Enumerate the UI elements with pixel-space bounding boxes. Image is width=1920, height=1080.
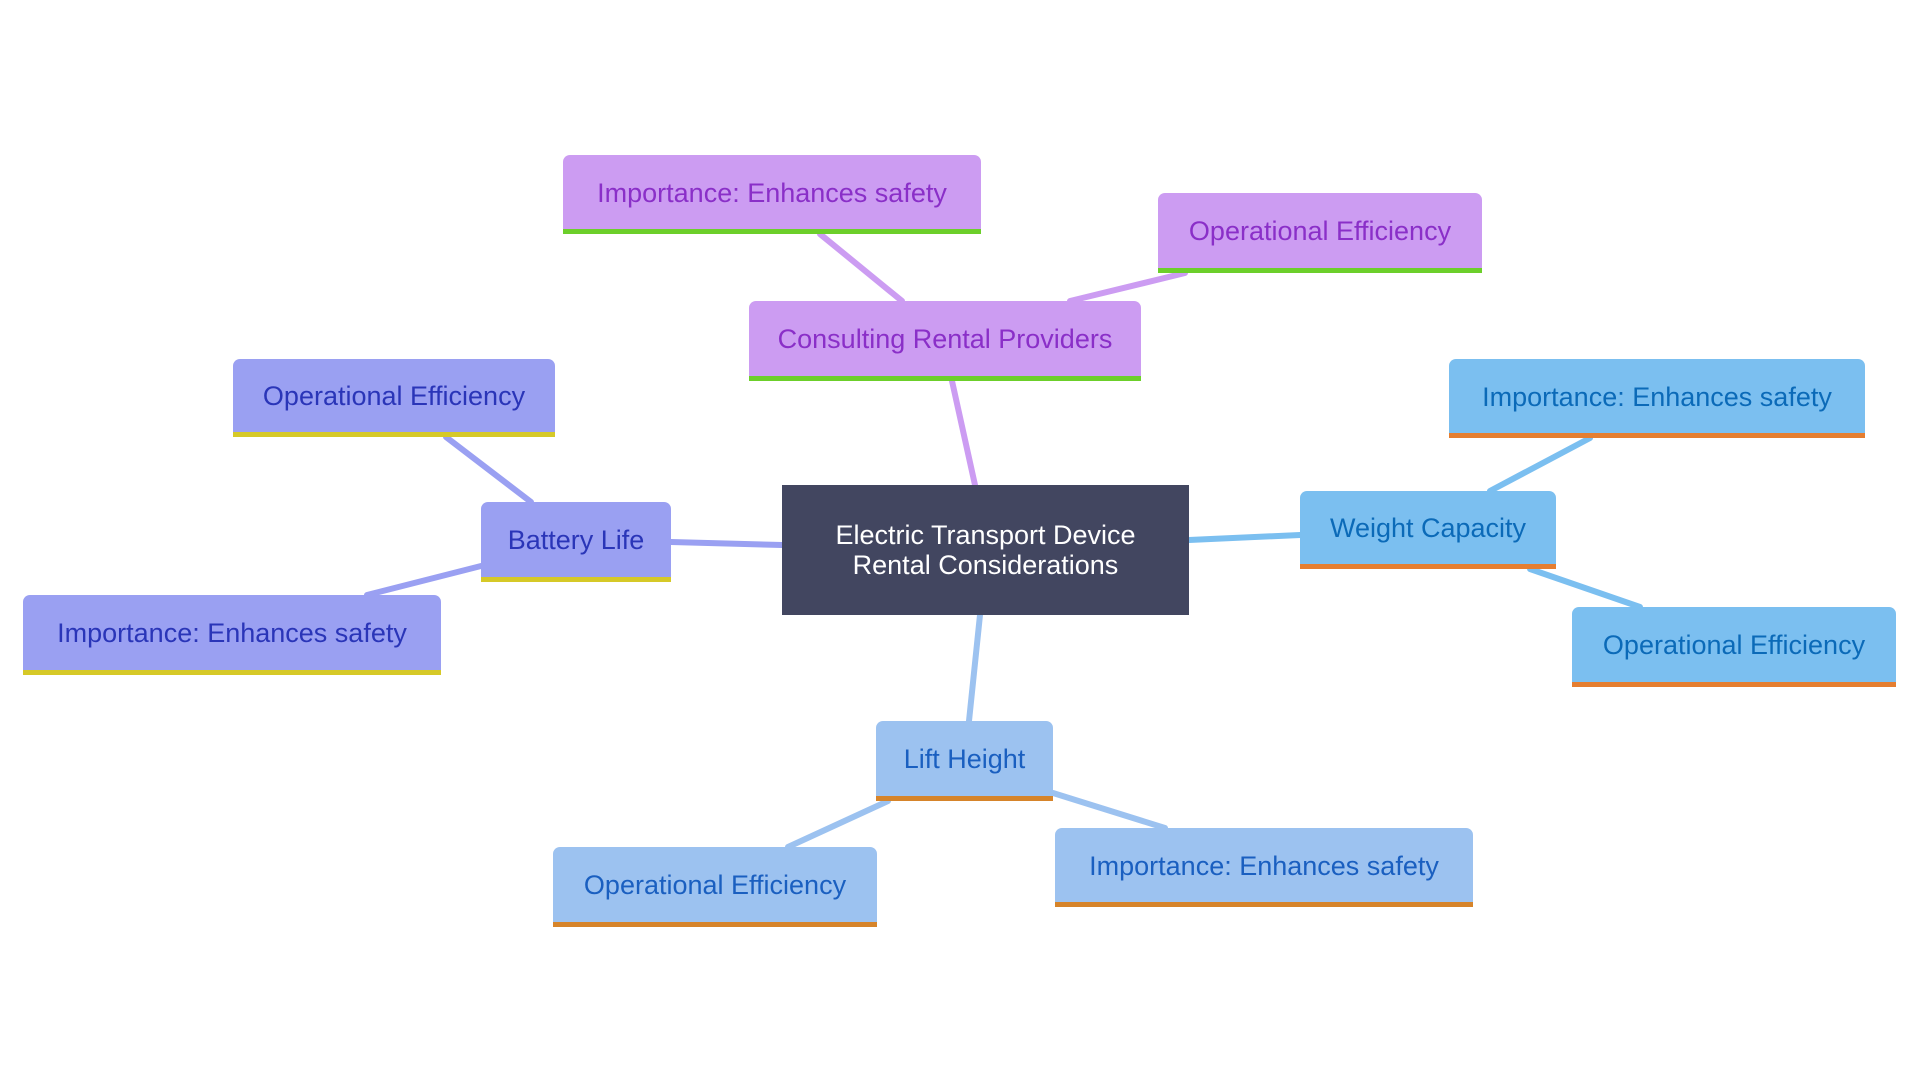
node-underline (23, 670, 441, 675)
node-underline (1158, 268, 1482, 273)
edge-lift-efficiency (785, 798, 891, 850)
node-battery-importance[interactable]: Importance: Enhances safety (23, 595, 441, 675)
edge-battery-importance (364, 563, 484, 598)
node-battery[interactable]: Battery Life (481, 502, 671, 582)
node-label: Importance: Enhances safety (1089, 850, 1439, 881)
node-underline (553, 922, 877, 927)
edge-weight-importance (1487, 435, 1593, 494)
node-weight-importance[interactable]: Importance: Enhances safety (1449, 359, 1865, 438)
node-label: Lift Height (903, 744, 1026, 774)
node-consulting-efficiency[interactable]: Operational Efficiency (1158, 193, 1482, 273)
node-label: Operational Efficiency (1602, 630, 1866, 660)
node-label: Consulting Rental Providers (777, 324, 1113, 354)
node-underline (749, 376, 1141, 381)
node-lift[interactable]: Lift Height (876, 721, 1053, 801)
node-lift-importance[interactable]: Importance: Enhances safety (1055, 828, 1473, 907)
node-label: Weight Capacity (1329, 513, 1527, 543)
edge-weight (1186, 532, 1303, 543)
edge-lift-importance (1050, 790, 1168, 831)
node-consulting-importance[interactable]: Importance: Enhances safety (563, 155, 981, 234)
node-label: Importance: Enhances safety (1482, 381, 1832, 412)
edge-battery (668, 539, 785, 548)
node-label: Operational Efficiency (583, 870, 847, 900)
edge-lift (966, 612, 983, 724)
node-underline (1055, 902, 1473, 907)
node-label: Operational Efficiency (262, 381, 526, 411)
node-label: Battery Life (507, 525, 645, 555)
edge-battery-efficiency (443, 434, 534, 505)
node-underline (1449, 433, 1865, 438)
node-underline (233, 432, 555, 437)
node-underline (876, 796, 1053, 801)
node-lift-efficiency[interactable]: Operational Efficiency (553, 847, 877, 927)
node-weight[interactable]: Weight Capacity (1300, 491, 1556, 569)
node-battery-efficiency[interactable]: Operational Efficiency (233, 359, 555, 437)
node-label: Importance: Enhances safety (597, 177, 947, 208)
node-label: Electric Transport Device Rental Conside… (835, 520, 1136, 580)
node-underline (481, 577, 671, 582)
node-label: Importance: Enhances safety (57, 618, 407, 648)
node-label: Operational Efficiency (1188, 216, 1452, 246)
node-consulting[interactable]: Consulting Rental Providers (749, 301, 1141, 381)
edge-consulting-efficiency (1067, 270, 1188, 304)
edge-consulting-importance (817, 231, 905, 304)
node-underline (1300, 564, 1556, 569)
node-underline (563, 229, 981, 234)
root-node[interactable]: Electric Transport Device Rental Conside… (782, 485, 1189, 615)
node-weight-efficiency[interactable]: Operational Efficiency (1572, 607, 1896, 687)
node-underline (1572, 682, 1896, 687)
edge-weight-efficiency (1527, 566, 1643, 610)
edge-consulting (949, 378, 978, 488)
